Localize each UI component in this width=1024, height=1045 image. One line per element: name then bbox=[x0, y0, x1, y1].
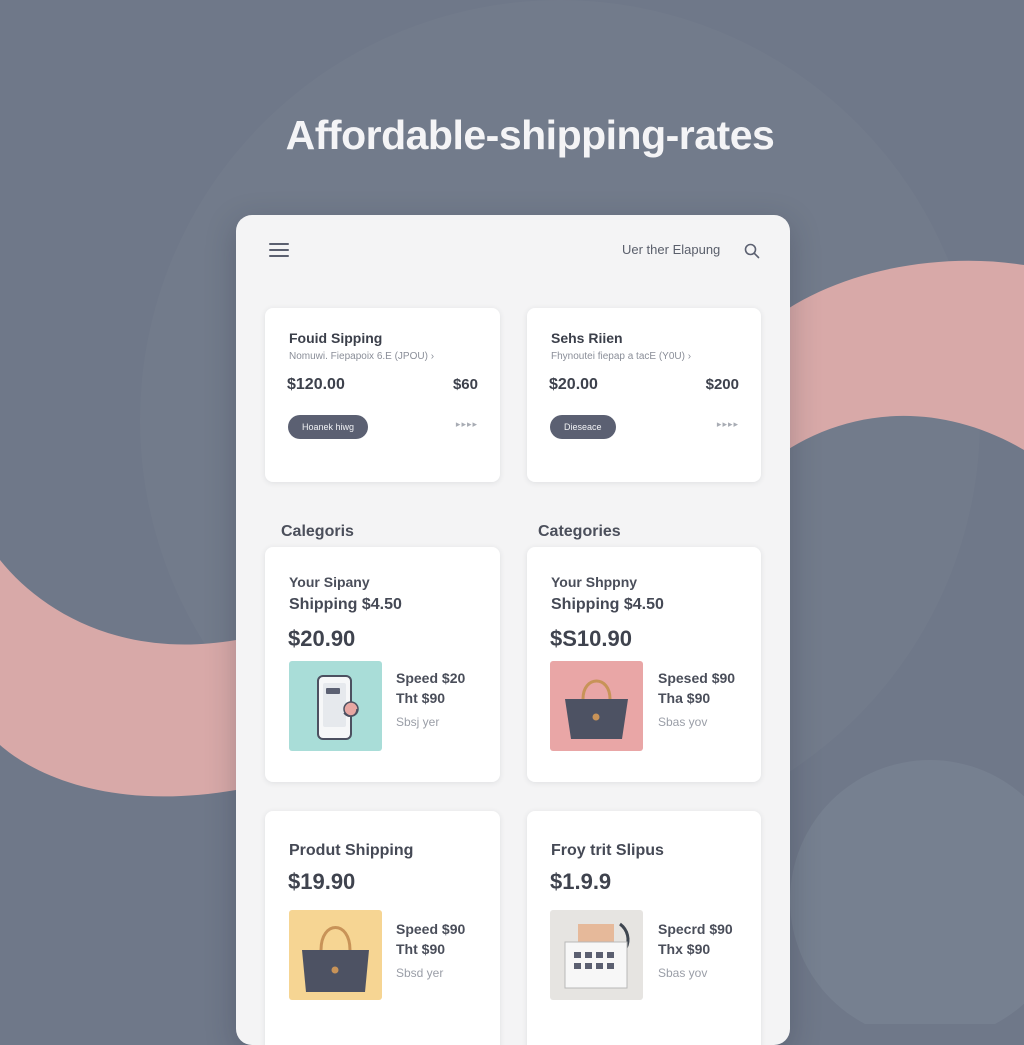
shipping-card-title: Sehs Riien bbox=[551, 330, 623, 346]
category-card-price: $19.90 bbox=[288, 869, 356, 894]
category-card-line1: Your Sipany bbox=[289, 574, 370, 590]
card-note: Sbas yov bbox=[658, 715, 708, 729]
category-card-line2: Shipping $4.50 bbox=[551, 596, 664, 613]
product-thumbnail[interactable] bbox=[550, 910, 643, 1000]
section-label-right: Categories bbox=[538, 523, 621, 540]
product-thumbnail[interactable] bbox=[289, 910, 382, 1000]
category-card-title: Produt Shipping bbox=[289, 842, 414, 859]
hamburger-menu-icon[interactable] bbox=[269, 243, 289, 257]
more-arrows-icon[interactable]: ▸▸▸▸ bbox=[717, 419, 739, 430]
tint-price: Tha $90 bbox=[658, 690, 711, 706]
shipping-card-secondary-price: $200 bbox=[705, 376, 739, 393]
speed-price: Speed $90 bbox=[396, 921, 466, 937]
shipping-card-price: $120.00 bbox=[287, 376, 345, 393]
phone-icon bbox=[317, 675, 359, 740]
shipping-card-2[interactable]: Sehs Riien Fhynoutei fiepap a tacE (Y0U)… bbox=[527, 308, 761, 482]
category-card-price: $1.9.9 bbox=[550, 869, 612, 894]
shipping-card-subtitle: Fhynoutei fiepap a tacE (Y0U) › bbox=[551, 351, 692, 362]
section-label-left: Calegoris bbox=[281, 523, 354, 540]
category-card-3[interactable]: Produt Shipping $19.90 Speed $90 Tht $90… bbox=[265, 811, 500, 1045]
bag-icon bbox=[302, 926, 369, 992]
box-icon bbox=[564, 922, 630, 989]
speed-price: Speed $20 bbox=[396, 670, 466, 686]
category-card-price: $20.90 bbox=[288, 626, 356, 651]
category-card-line1: Your Shppny bbox=[551, 574, 638, 590]
tint-price: Tht $90 bbox=[396, 690, 446, 706]
product-thumbnail[interactable] bbox=[289, 661, 382, 751]
search-icon[interactable] bbox=[744, 243, 760, 259]
category-card-1[interactable]: Your Sipany Shipping $4.50 $20.90 Speed … bbox=[265, 547, 500, 782]
category-card-line2: Shipping $4.50 bbox=[289, 596, 402, 613]
category-card-price: $S10.90 bbox=[550, 626, 632, 651]
more-arrows-icon[interactable]: ▸▸▸▸ bbox=[456, 419, 478, 430]
category-card-title: Froy trit Slipus bbox=[551, 842, 664, 859]
shipping-card-button[interactable]: Dieseace bbox=[550, 415, 616, 439]
card-note: Sbsj yer bbox=[396, 715, 440, 729]
top-bar: Uer ther Elapung bbox=[236, 215, 790, 285]
app-panel: Uer ther Elapung Fouid Sipping Nomuwi. F… bbox=[236, 215, 790, 1045]
shipping-card-price: $20.00 bbox=[549, 376, 598, 393]
tint-price: Thx $90 bbox=[658, 941, 711, 957]
tint-price: Tht $90 bbox=[396, 941, 446, 957]
bag-icon bbox=[565, 679, 628, 739]
shipping-card-title: Fouid Sipping bbox=[289, 330, 383, 346]
card-note: Sbas yov bbox=[658, 966, 708, 980]
product-thumbnail[interactable] bbox=[550, 661, 643, 751]
card-note: Sbsd yer bbox=[396, 966, 444, 980]
shipping-card-button[interactable]: Hoanek hiwg bbox=[288, 415, 369, 439]
page-headline: Affordable-shipping-rates bbox=[285, 112, 775, 158]
shipping-card-secondary-price: $60 bbox=[452, 376, 478, 393]
category-card-2[interactable]: Your Shppny Shipping $4.50 $S10.90 Spese… bbox=[527, 547, 761, 782]
speed-price: Spesed $90 bbox=[658, 670, 736, 686]
shipping-card-1[interactable]: Fouid Sipping Nomuwi. Fiepapoix 6.E (JPO… bbox=[265, 308, 500, 482]
shipping-card-subtitle: Nomuwi. Fiepapoix 6.E (JPOU) › bbox=[289, 351, 435, 362]
category-card-4[interactable]: Froy trit Slipus $1.9.9 Specrd $90 Thx $… bbox=[527, 811, 761, 1045]
speed-price: Specrd $90 bbox=[658, 921, 733, 937]
topbar-link[interactable]: Uer ther Elapung bbox=[622, 242, 720, 257]
